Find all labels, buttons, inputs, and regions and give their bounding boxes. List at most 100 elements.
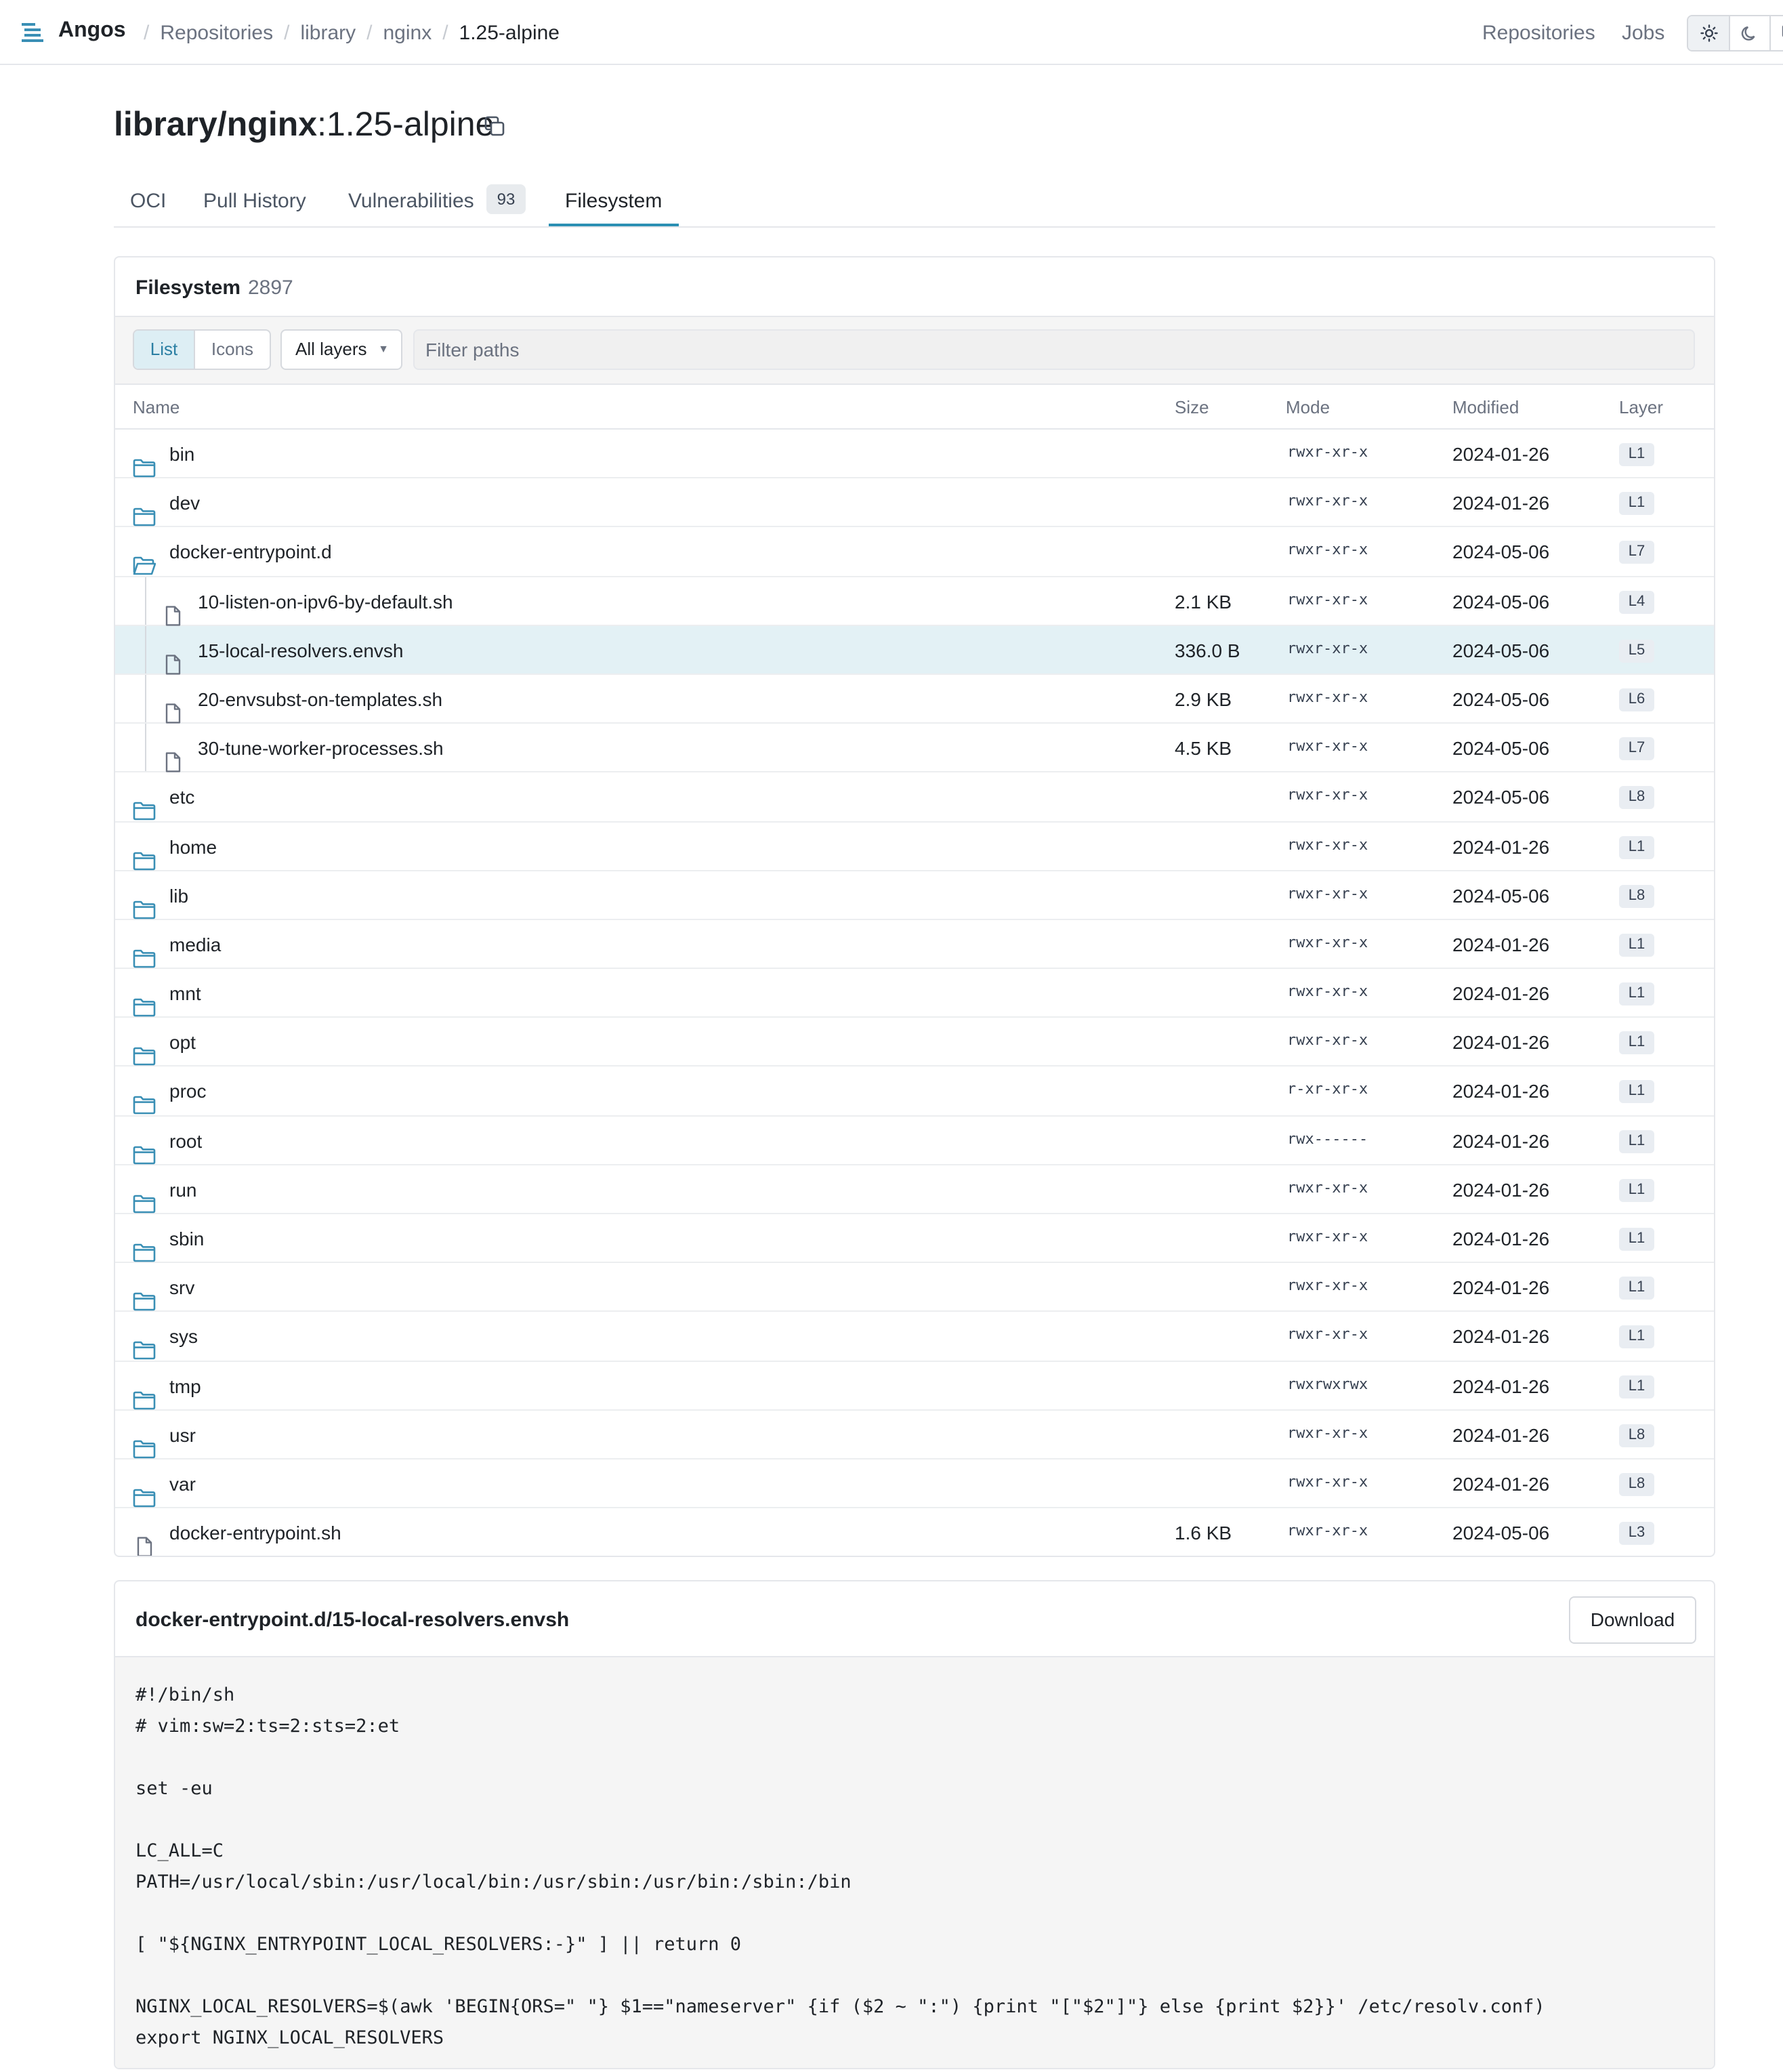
entry-mode: rwxr-xr-x [1287, 786, 1368, 804]
folder-row[interactable]: proc r-xr-xr-x 2024-01-26 L1 [115, 1067, 1714, 1117]
tree-guide-line [145, 674, 146, 723]
entry-mode: rwxr-xr-x [1287, 1031, 1368, 1050]
tree-guide-line [145, 577, 146, 625]
page-title: library/nginx:1.25-alpine [114, 106, 494, 145]
layer-badge: L1 [1619, 1277, 1654, 1300]
code-block: #!/bin/sh # vim:sw=2:ts=2:sts=2:et set -eu… [115, 1657, 1714, 2068]
entry-size: 4.5 KB [1175, 737, 1232, 760]
layer-badge: L8 [1619, 1424, 1654, 1447]
file-list: bin rwxr-xr-x 2024-01-26 L1 dev rwxr-xr-x 2024… [115, 430, 1714, 1556]
folder-row[interactable]: var rwxr-xr-x 2024-01-26 L8 [115, 1459, 1714, 1509]
nav-repositories-link[interactable]: Repositories [1482, 22, 1595, 45]
entry-modified: 2024-05-06 [1452, 737, 1550, 760]
folder-row[interactable]: dev rwxr-xr-x 2024-01-26 L1 [115, 478, 1714, 528]
folder-row[interactable]: run rwxr-xr-x 2024-01-26 L1 [115, 1165, 1714, 1214]
entry-mode: rwx------ [1287, 1130, 1368, 1148]
view-toggle: List Icons [133, 329, 271, 370]
brand-name[interactable]: Angos [58, 19, 126, 43]
active-tab-indicator [549, 224, 679, 226]
entry-modified: 2024-01-26 [1452, 443, 1550, 465]
file-row[interactable]: docker-entrypoint.sh 1.6 KB rwxr-xr-x 2024-… [115, 1508, 1714, 1556]
download-button[interactable]: Download [1569, 1596, 1696, 1644]
entry-size: 2.1 KB [1175, 590, 1232, 613]
file-row[interactable]: 30-tune-worker-processes.sh 4.5 KB rwxr-xr… [115, 724, 1714, 773]
filesystem-panel-header: Filesystem 2897 [115, 257, 1714, 317]
layer-badge: L1 [1619, 1375, 1654, 1398]
light-theme-button[interactable] [1688, 16, 1729, 50]
file-viewer-path: docker-entrypoint.d/15-local-resolvers.e… [135, 1609, 570, 1632]
entry-size: 1.6 KB [1175, 1522, 1232, 1544]
tab-vulnerabilities[interactable]: Vulnerabilities 93 [348, 184, 526, 214]
entry-modified: 2024-05-06 [1452, 688, 1550, 710]
folder-row[interactable]: tmp rwxrwxrwx 2024-01-26 L1 [115, 1361, 1714, 1411]
layer-badge: L1 [1619, 1080, 1654, 1104]
moon-icon [1741, 26, 1755, 41]
layer-badge: L1 [1619, 1228, 1654, 1251]
file-row[interactable]: 20-envsubst-on-templates.sh 2.9 KB rwxr-xr… [115, 674, 1714, 724]
folder-row[interactable]: docker-entrypoint.d rwxr-xr-x 2024-05-06 L7 [115, 528, 1714, 577]
tab-vulnerabilities-label: Vulnerabilities [348, 190, 474, 213]
column-header-mode[interactable]: Mode [1286, 397, 1330, 417]
nav-jobs-link[interactable]: Jobs [1622, 22, 1664, 45]
folder-row[interactable]: media rwxr-xr-x 2024-01-26 L1 [115, 920, 1714, 970]
folder-row[interactable]: srv rwxr-xr-x 2024-01-26 L1 [115, 1263, 1714, 1312]
column-header-size[interactable]: Size [1175, 397, 1209, 417]
folder-row[interactable]: sbin rwxr-xr-x 2024-01-26 L1 [115, 1214, 1714, 1264]
system-theme-button[interactable] [1769, 16, 1783, 50]
filesystem-panel: Filesystem 2897 List Icons All layers ▼ … [114, 256, 1715, 1557]
code-line: LC_ALL=C [135, 1840, 224, 1862]
entry-size: 2.9 KB [1175, 688, 1232, 710]
breadcrumb-separator: / [366, 22, 373, 45]
entry-mode: rwxrwxrwx [1287, 1375, 1368, 1393]
folder-row[interactable]: mnt rwxr-xr-x 2024-01-26 L1 [115, 969, 1714, 1018]
filter-paths-input[interactable]: Filter paths [413, 329, 1695, 370]
breadcrumb-separator: / [442, 22, 448, 45]
filesystem-panel-title: Filesystem [135, 276, 241, 299]
top-bar: Angos / Repositories / library / nginx /… [0, 0, 1783, 65]
folder-row[interactable]: opt rwxr-xr-x 2024-01-26 L1 [115, 1018, 1714, 1067]
tree-guide-line [145, 724, 146, 772]
tab-oci[interactable]: OCI [130, 190, 166, 213]
folder-row[interactable]: etc rwxr-xr-x 2024-05-06 L8 [115, 773, 1714, 822]
tab-pull-history[interactable]: Pull History [203, 190, 306, 213]
breadcrumb-separator: / [284, 22, 290, 45]
logo-icon[interactable] [22, 23, 43, 42]
copy-icon[interactable] [484, 115, 505, 137]
file-icon [161, 739, 184, 772]
entry-mode: rwxr-xr-x [1287, 1228, 1368, 1245]
entry-modified: 2024-01-26 [1452, 933, 1550, 955]
layers-select[interactable]: All layers ▼ [280, 329, 402, 370]
layer-badge: L1 [1619, 1325, 1654, 1349]
tab-filesystem[interactable]: Filesystem [565, 190, 662, 213]
dark-theme-button[interactable] [1729, 16, 1769, 50]
folder-row[interactable]: home rwxr-xr-x 2024-01-26 L1 [115, 822, 1714, 871]
entry-name: etc [169, 786, 195, 808]
file-row[interactable]: 10-listen-on-ipv6-by-default.sh 2.1 KB rwx… [115, 577, 1714, 626]
breadcrumb-nginx[interactable]: nginx [383, 22, 432, 45]
vulnerabilities-count-badge: 93 [486, 184, 526, 214]
file-row[interactable]: 15-local-resolvers.envsh 336.0 B rwxr-xr-x… [115, 625, 1714, 675]
entry-mode: rwxr-xr-x [1287, 737, 1368, 755]
entry-mode: rwxr-xr-x [1287, 1325, 1368, 1344]
list-view-button[interactable]: List [134, 331, 195, 369]
layer-badge: L1 [1619, 933, 1654, 957]
folder-row[interactable]: bin rwxr-xr-x 2024-01-26 L1 [115, 430, 1714, 479]
tab-bar: OCI Pull History Vulnerabilities 93 File… [114, 176, 1715, 228]
breadcrumb-library[interactable]: library [300, 22, 356, 45]
entry-modified: 2024-01-26 [1452, 1178, 1550, 1201]
folder-row[interactable]: usr rwxr-xr-x 2024-01-26 L8 [115, 1411, 1714, 1459]
folder-row[interactable]: sys rwxr-xr-x 2024-01-26 L1 [115, 1312, 1714, 1362]
breadcrumb-repositories[interactable]: Repositories [160, 22, 273, 45]
folder-row[interactable]: lib rwxr-xr-x 2024-05-06 L8 [115, 871, 1714, 920]
entry-mode: rwxr-xr-x [1287, 1424, 1368, 1442]
column-header-layer[interactable]: Layer [1619, 397, 1663, 417]
column-header-modified[interactable]: Modified [1452, 397, 1519, 417]
column-header-name[interactable]: Name [133, 397, 180, 417]
entry-name: 20-envsubst-on-templates.sh [198, 688, 443, 710]
page-title-tag: :1.25-alpine [317, 106, 495, 144]
folder-row[interactable]: root rwx------ 2024-01-26 L1 [115, 1116, 1714, 1165]
icons-view-button[interactable]: Icons [195, 331, 270, 369]
entry-name: sys [169, 1325, 198, 1348]
